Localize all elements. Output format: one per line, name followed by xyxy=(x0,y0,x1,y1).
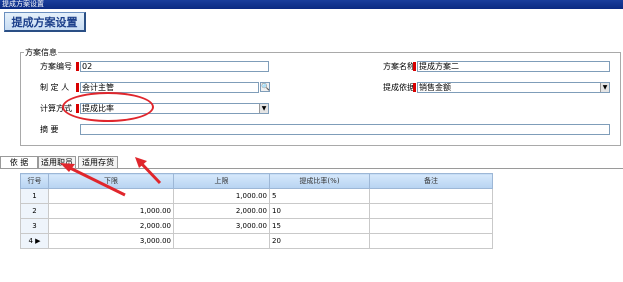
column-header-rate[interactable]: 提成比率(%) xyxy=(269,173,370,189)
current-row-cell: 4 ▶ xyxy=(20,233,49,249)
window-title-bar: 提成方案设置 xyxy=(0,0,623,9)
tab-applicable-staff[interactable]: 适用职员 xyxy=(38,156,76,168)
tab-basis[interactable]: 依 据 xyxy=(0,156,38,168)
required-marker xyxy=(76,62,79,71)
summary-label: 摘 要 xyxy=(40,125,59,134)
note-cell[interactable] xyxy=(369,233,493,249)
tab-strip-divider xyxy=(0,168,623,169)
upper-cell[interactable]: 3,000.00 xyxy=(173,218,270,234)
scheme-name-label: 方案名称 xyxy=(383,62,415,71)
lower-cell[interactable]: 1,000.00 xyxy=(48,203,174,219)
row-number: 4 xyxy=(28,237,33,245)
annotation-ellipse xyxy=(62,92,154,122)
arrowhead-inventory xyxy=(135,157,147,168)
scheme-settings-header-button[interactable]: 提成方案设置 xyxy=(4,12,86,32)
required-marker xyxy=(76,83,79,92)
row-number-cell: 2 xyxy=(20,203,49,219)
table-row[interactable]: 2 1,000.00 2,000.00 10 xyxy=(20,203,493,219)
lower-cell[interactable]: 2,000.00 xyxy=(48,218,174,234)
commission-basis-label: 提成依据 xyxy=(383,83,415,92)
column-header-note[interactable]: 备注 xyxy=(369,173,493,189)
note-cell[interactable] xyxy=(369,218,493,234)
table-header-row: 行号 下限 上限 提成比率(%) 备注 xyxy=(20,173,493,189)
required-marker xyxy=(413,62,416,71)
summary-input[interactable] xyxy=(80,124,610,135)
lower-cell[interactable] xyxy=(48,188,174,204)
commission-basis-value: 销售金额 xyxy=(419,83,451,92)
column-header-upper[interactable]: 上限 xyxy=(173,173,270,189)
note-cell[interactable] xyxy=(369,188,493,204)
scheme-code-input[interactable]: 02 xyxy=(80,61,269,72)
tab-applicable-inventory[interactable]: 适用存货 xyxy=(78,156,118,168)
rate-cell[interactable]: 20 xyxy=(269,233,370,249)
current-row-pointer-icon: ▶ xyxy=(35,237,41,245)
scheme-info-title: 方案信息 xyxy=(24,47,58,58)
row-number-cell: 3 xyxy=(20,218,49,234)
row-number-cell: 1 xyxy=(20,188,49,204)
table-row[interactable]: 3 2,000.00 3,000.00 15 xyxy=(20,218,493,234)
column-header-row-no[interactable]: 行号 xyxy=(20,173,49,189)
search-icon[interactable]: 🔍 xyxy=(260,82,270,92)
upper-cell[interactable]: 2,000.00 xyxy=(173,203,270,219)
rate-cell[interactable]: 15 xyxy=(269,218,370,234)
column-header-lower[interactable]: 下限 xyxy=(48,173,174,189)
creator-label: 制 定 人 xyxy=(40,83,70,92)
commission-rate-table: 行号 下限 上限 提成比率(%) 备注 1 1,000.00 5 2 1,000… xyxy=(20,173,493,249)
commission-basis-select[interactable]: 销售金额 ▼ xyxy=(417,82,610,93)
rate-cell[interactable]: 10 xyxy=(269,203,370,219)
chevron-down-icon[interactable]: ▼ xyxy=(600,83,609,92)
chevron-down-icon[interactable]: ▼ xyxy=(259,104,268,113)
upper-cell[interactable] xyxy=(173,233,270,249)
lower-cell[interactable]: 3,000.00 xyxy=(48,233,174,249)
rate-cell[interactable]: 5 xyxy=(269,188,370,204)
table-row[interactable]: 1 1,000.00 5 xyxy=(20,188,493,204)
upper-cell[interactable]: 1,000.00 xyxy=(173,188,270,204)
window-title: 提成方案设置 xyxy=(2,0,44,8)
required-marker xyxy=(413,83,416,92)
table-row[interactable]: 4 ▶ 3,000.00 20 xyxy=(20,233,493,249)
note-cell[interactable] xyxy=(369,203,493,219)
scheme-code-label: 方案编号 xyxy=(40,62,72,71)
scheme-name-input[interactable]: 提成方案二 xyxy=(417,61,610,72)
